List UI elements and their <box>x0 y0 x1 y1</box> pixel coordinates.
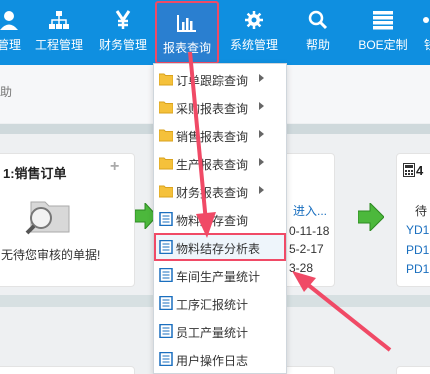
nav-item-reports[interactable]: 报表查询 <box>155 1 219 64</box>
menu-item-finance-reports[interactable]: 财务报表查询 <box>154 177 286 205</box>
menu-item-production-reports[interactable]: 生产报表查询 <box>154 149 286 177</box>
top-nav: 管理 工程管理 财务管理 报表查询 系统管理 帮助 BOE定制 钱 <box>0 0 430 65</box>
reports-dropdown-menu: 订单跟踪查询 采购报表查询 销售报表查询 生产报表查询 财务报表查询 物料库存查… <box>153 63 287 374</box>
menu-item-material-balance-analysis[interactable]: 物料结存分析表 <box>154 233 286 261</box>
document-icon <box>159 240 173 254</box>
nav-item-boe[interactable]: BOE定制 <box>356 0 410 65</box>
document-icon <box>159 268 173 282</box>
list-item[interactable]: PD1 <box>406 262 429 276</box>
right-card: 4 待 YD1 PD1 PD1 <box>396 153 430 287</box>
add-button[interactable]: + <box>110 158 119 176</box>
bottom-card <box>283 366 335 374</box>
more-icon <box>423 17 429 23</box>
menu-item-process-report[interactable]: 工序汇报统计 <box>154 289 286 317</box>
menu-item-order-tracking[interactable]: 订单跟踪查询 <box>154 65 286 93</box>
folder-icon <box>159 73 173 86</box>
folder-search-icon <box>25 201 70 235</box>
folder-icon <box>159 157 173 170</box>
menu-item-workshop-output[interactable]: 车间生产量统计 <box>154 261 286 289</box>
list-item: 5-2-17 <box>289 242 324 256</box>
list-item: 待 <box>415 204 428 218</box>
menu-item-employee-output[interactable]: 员工产量统计 <box>154 317 286 345</box>
nav-label: BOE定制 <box>358 38 408 52</box>
document-icon <box>159 296 173 310</box>
empty-message: 无待您审核的单据! <box>1 248 101 262</box>
nav-label: 财务管理 <box>98 38 147 52</box>
search-icon <box>308 10 328 30</box>
nav-label: 管理 <box>0 38 21 52</box>
document-icon <box>159 212 173 226</box>
nav-label: 系统管理 <box>229 38 278 52</box>
submenu-arrow-icon <box>259 74 264 82</box>
nav-label: 帮助 <box>305 38 330 52</box>
document-icon <box>159 324 173 338</box>
middle-card: 进入... 0-11-18 5-2-17 3-28 <box>283 153 335 287</box>
user-icon <box>0 11 18 30</box>
nav-label: 钱 <box>423 38 430 52</box>
nav-item-finance[interactable]: 财务管理 <box>97 0 149 65</box>
nav-item-system[interactable]: 系统管理 <box>227 0 281 65</box>
list-icon <box>373 11 393 30</box>
folder-icon <box>159 129 173 142</box>
folder-icon <box>159 101 173 114</box>
submenu-arrow-icon <box>259 158 264 166</box>
nav-item-help[interactable]: 帮助 <box>298 0 338 65</box>
sales-order-card: 1:销售订单 + 无待您审核的单据! <box>0 153 135 287</box>
card-title: 4 <box>416 163 424 178</box>
nav-item-manage[interactable]: 管理 <box>0 0 24 65</box>
enter-link[interactable]: 进入... <box>293 202 327 219</box>
menu-item-material-inventory[interactable]: 物料库存查询 <box>154 205 286 233</box>
bottom-card <box>0 366 135 374</box>
sitemap-icon <box>49 11 69 29</box>
menu-item-purchase-reports[interactable]: 采购报表查询 <box>154 93 286 121</box>
menu-item-user-log[interactable]: 用户操作日志 <box>154 345 286 373</box>
breadcrumb-text: 助 <box>0 85 13 99</box>
list-item[interactable]: PD1 <box>406 243 429 257</box>
nav-item-engineering[interactable]: 工程管理 <box>33 0 85 65</box>
submenu-arrow-icon <box>259 102 264 110</box>
list-item[interactable]: YD1 <box>406 223 429 237</box>
menu-item-sales-reports[interactable]: 销售报表查询 <box>154 121 286 149</box>
arrow-right-icon <box>358 203 384 231</box>
gear-icon <box>245 11 263 29</box>
bar-chart-icon <box>177 15 196 32</box>
bottom-card <box>396 366 430 374</box>
nav-label: 工程管理 <box>34 38 83 52</box>
calculator-icon <box>403 163 415 177</box>
folder-icon <box>159 185 173 198</box>
list-item: 0-11-18 <box>289 224 330 238</box>
submenu-arrow-icon <box>259 186 264 194</box>
card-title: 1:销售订单 <box>3 166 67 181</box>
document-icon <box>159 352 173 366</box>
nav-label: 报表查询 <box>162 41 211 55</box>
yen-icon <box>115 10 131 29</box>
list-item: 3-28 <box>289 261 314 275</box>
submenu-arrow-icon <box>259 130 264 138</box>
nav-item-more[interactable]: 钱 <box>420 0 430 65</box>
